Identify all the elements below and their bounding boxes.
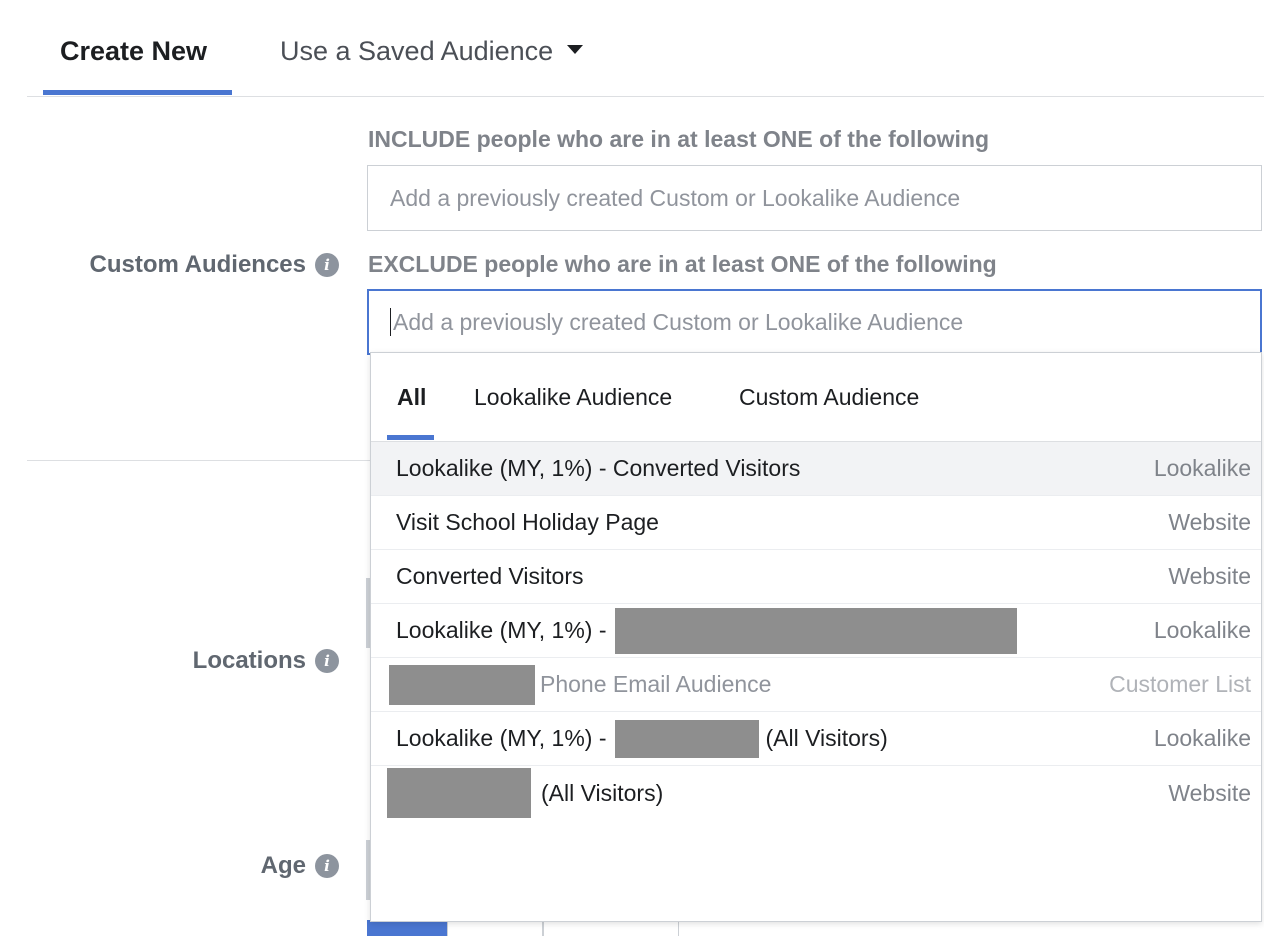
include-rule-text: INCLUDE people who are in at least ONE o… bbox=[368, 126, 990, 152]
gender-men-button[interactable] bbox=[447, 920, 543, 936]
text-cursor bbox=[390, 308, 391, 336]
tab-use-saved-audience-label: Use a Saved Audience bbox=[280, 36, 554, 66]
audience-type: Website bbox=[1168, 563, 1251, 589]
include-audience-placeholder: Add a previously created Custom or Looka… bbox=[390, 184, 961, 211]
tab-use-saved-audience[interactable]: Use a Saved Audience bbox=[280, 36, 584, 67]
dropdown-tab-custom[interactable]: Custom Audience bbox=[739, 384, 919, 411]
redacted-block bbox=[389, 664, 535, 705]
info-icon[interactable]: i bbox=[315, 253, 339, 277]
section-divider bbox=[27, 460, 372, 461]
list-item[interactable]: Lookalike (MY, 1%) - (All Visitors) Look… bbox=[371, 712, 1261, 766]
dropdown-tab-all[interactable]: All bbox=[397, 384, 426, 411]
gender-women-button[interactable] bbox=[543, 920, 679, 936]
exclude-audience-input[interactable]: Add a previously created Custom or Looka… bbox=[367, 289, 1262, 355]
exclude-rule-text: EXCLUDE people who are in at least ONE o… bbox=[368, 251, 997, 277]
tabs-divider bbox=[27, 96, 1264, 97]
audience-name: Visit School Holiday Page bbox=[396, 509, 659, 535]
audience-page: Create New Use a Saved Audience INCLUDE … bbox=[0, 0, 1264, 936]
audience-dropdown: All Lookalike Audience Custom Audience L… bbox=[370, 352, 1262, 922]
audience-name-suffix: Phone Email Audience bbox=[540, 671, 772, 697]
custom-audiences-label: Custom Audiences i bbox=[90, 251, 339, 279]
active-tab-indicator bbox=[43, 90, 232, 95]
age-label-text: Age bbox=[260, 852, 306, 879]
audience-name: Converted Visitors bbox=[396, 563, 584, 589]
audience-name: (All Visitors) bbox=[387, 768, 663, 818]
redacted-block bbox=[614, 719, 759, 758]
audience-type: Lookalike bbox=[1153, 725, 1251, 751]
tab-create-new[interactable]: Create New bbox=[60, 36, 207, 67]
redacted-block bbox=[614, 607, 1017, 654]
exclude-audience-placeholder: Add a previously created Custom or Looka… bbox=[393, 308, 964, 335]
dropdown-tab-lookalike[interactable]: Lookalike Audience bbox=[474, 384, 672, 411]
audience-name-suffix: (All Visitors) bbox=[541, 779, 664, 806]
age-label: Age i bbox=[261, 852, 339, 880]
audience-type: Website bbox=[1168, 779, 1251, 806]
audience-name: Lookalike (MY, 1%) - bbox=[396, 607, 1017, 654]
list-item[interactable]: Phone Email Audience Customer List bbox=[371, 658, 1261, 712]
redacted-block bbox=[387, 768, 531, 818]
dropdown-tab-indicator bbox=[387, 435, 434, 440]
list-item[interactable]: Lookalike (MY, 1%) - Lookalike bbox=[371, 604, 1261, 658]
audience-name: Lookalike (MY, 1%) - (All Visitors) bbox=[396, 719, 888, 758]
list-item[interactable]: Visit School Holiday Page Website bbox=[371, 496, 1261, 550]
list-item[interactable]: (All Visitors) Website bbox=[371, 766, 1261, 820]
list-item[interactable]: Lookalike (MY, 1%) - Converted Visitors … bbox=[371, 442, 1261, 496]
gender-all-button[interactable] bbox=[367, 920, 447, 936]
dropdown-tabs: All Lookalike Audience Custom Audience bbox=[371, 353, 1261, 442]
list-item[interactable]: Converted Visitors Website bbox=[371, 550, 1261, 604]
audience-type: Lookalike bbox=[1153, 617, 1251, 643]
info-icon[interactable]: i bbox=[315, 649, 339, 673]
audience-type: Customer List bbox=[1109, 671, 1251, 697]
audience-name: Phone Email Audience bbox=[389, 664, 772, 705]
caret-down-icon bbox=[567, 45, 584, 55]
info-icon[interactable]: i bbox=[315, 854, 339, 878]
custom-audiences-label-text: Custom Audiences bbox=[89, 251, 306, 278]
audience-name: Lookalike (MY, 1%) - Converted Visitors bbox=[396, 455, 801, 481]
audience-type: Website bbox=[1168, 509, 1251, 535]
include-audience-input[interactable]: Add a previously created Custom or Looka… bbox=[367, 165, 1262, 231]
locations-label-text: Locations bbox=[192, 647, 306, 674]
audience-name-prefix: Lookalike (MY, 1%) - bbox=[396, 617, 607, 643]
audience-type: Lookalike bbox=[1153, 455, 1251, 481]
locations-label: Locations i bbox=[193, 647, 339, 675]
audience-name-prefix: Lookalike (MY, 1%) - bbox=[396, 725, 607, 751]
audience-name-suffix: (All Visitors) bbox=[765, 725, 888, 751]
